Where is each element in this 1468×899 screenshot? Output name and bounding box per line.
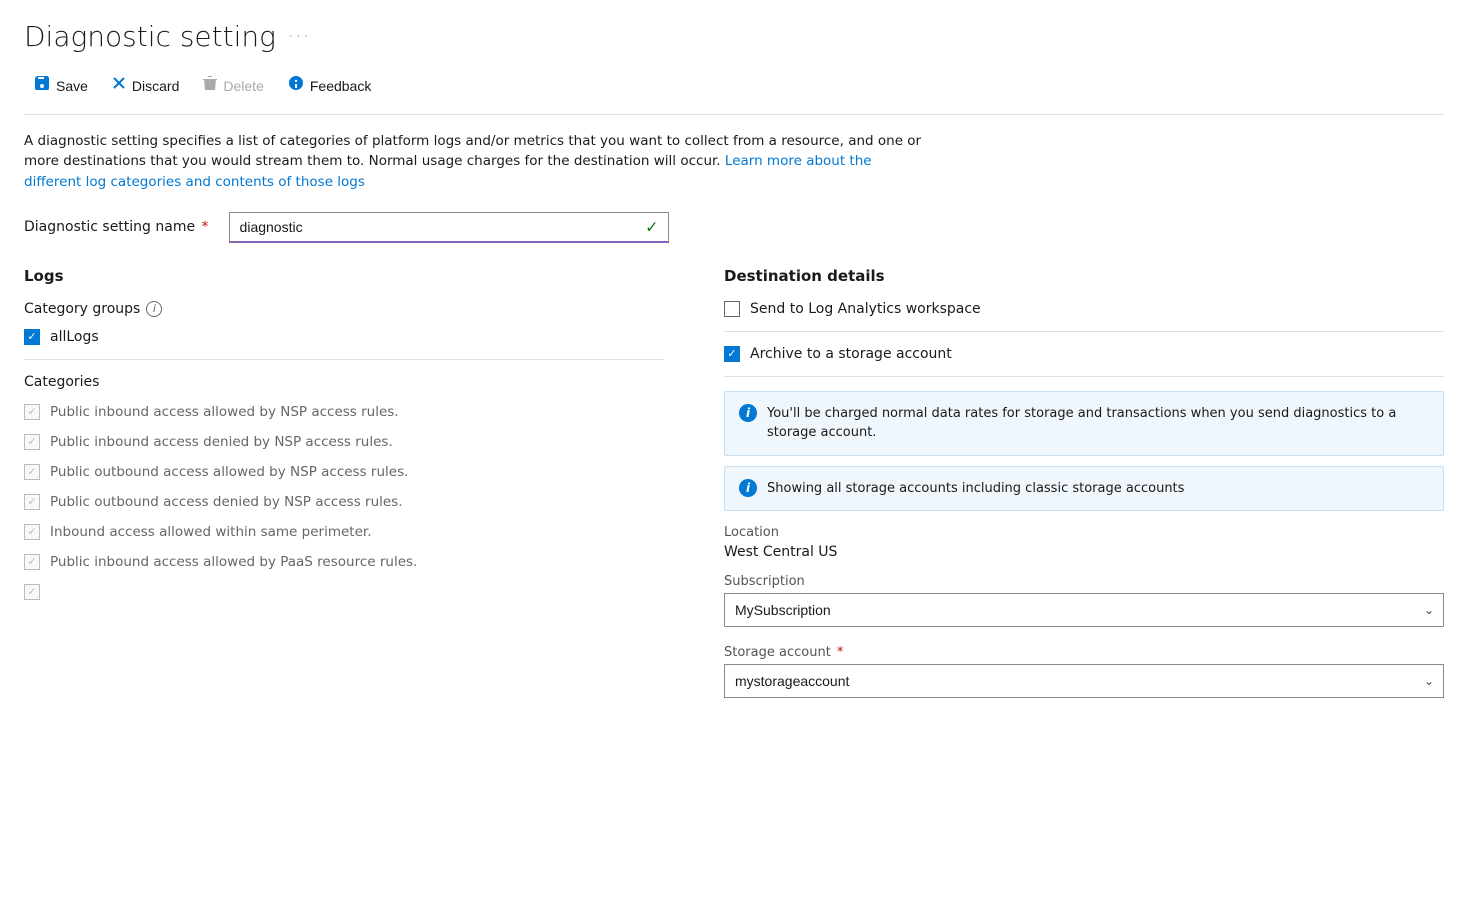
save-icon <box>34 75 50 96</box>
storage-account-field-label: Storage account * <box>724 645 1444 660</box>
category-label-5: Public inbound access allowed by PaaS re… <box>50 554 417 570</box>
subscription-select[interactable]: MySubscription <box>724 593 1444 627</box>
dest-divider-1 <box>724 331 1444 332</box>
storage-account-checkbox[interactable] <box>724 346 740 362</box>
logs-divider <box>24 359 664 360</box>
storage-account-select[interactable]: mystorageaccount <box>724 664 1444 698</box>
category-label-1: Public inbound access denied by NSP acce… <box>50 434 393 450</box>
classic-info-icon: i <box>739 479 757 497</box>
storage-info-icon: i <box>739 404 757 422</box>
save-label: Save <box>56 78 88 94</box>
delete-icon <box>203 75 217 96</box>
storage-required-star: * <box>833 645 844 660</box>
log-analytics-checkbox[interactable] <box>724 301 740 317</box>
page-title: Diagnostic setting ··· <box>24 20 1444 53</box>
delete-label: Delete <box>223 78 263 94</box>
description-text: A diagnostic setting specifies a list of… <box>24 131 924 192</box>
classic-info-box: i Showing all storage accounts including… <box>724 466 1444 512</box>
title-text: Diagnostic setting <box>24 20 276 53</box>
setting-name-label: Diagnostic setting name * <box>24 219 209 235</box>
category-checkbox-2[interactable] <box>24 464 40 480</box>
all-logs-label: allLogs <box>50 329 99 345</box>
location-value: West Central US <box>724 544 1444 560</box>
log-analytics-row: Send to Log Analytics workspace <box>724 301 1444 317</box>
storage-account-row: Archive to a storage account <box>724 346 1444 362</box>
subscription-select-wrapper: MySubscription ⌄ <box>724 593 1444 627</box>
category-item: Public inbound access allowed by PaaS re… <box>24 554 664 570</box>
category-item: Public outbound access allowed by NSP ac… <box>24 464 664 480</box>
subscription-label: Subscription <box>724 574 1444 589</box>
category-checkbox-3[interactable] <box>24 494 40 510</box>
discard-label: Discard <box>132 78 179 94</box>
save-button[interactable]: Save <box>24 69 98 102</box>
location-label: Location <box>724 525 1444 540</box>
setting-name-input-wrapper: ✓ <box>229 212 669 243</box>
category-groups-label: Category groups <box>24 301 140 317</box>
category-item: Public inbound access denied by NSP acce… <box>24 434 664 450</box>
logs-title: Logs <box>24 267 664 285</box>
destination-title: Destination details <box>724 267 1444 285</box>
storage-account-label: Archive to a storage account <box>750 346 952 362</box>
setting-name-row: Diagnostic setting name * ✓ <box>24 212 1444 243</box>
main-content: Logs Category groups i allLogs Categorie… <box>24 267 1444 717</box>
category-item: Public inbound access allowed by NSP acc… <box>24 404 664 420</box>
destination-section: Destination details Send to Log Analytic… <box>724 267 1444 717</box>
category-label-2: Public outbound access allowed by NSP ac… <box>50 464 408 480</box>
category-label-3: Public outbound access denied by NSP acc… <box>50 494 403 510</box>
required-star: * <box>197 219 208 235</box>
title-ellipsis: ··· <box>288 26 311 47</box>
categories-title: Categories <box>24 374 664 390</box>
category-checkbox-0[interactable] <box>24 404 40 420</box>
setting-name-input[interactable] <box>229 212 669 243</box>
category-item: placeholder <box>24 584 664 600</box>
all-logs-row: allLogs <box>24 329 664 345</box>
dest-divider-2 <box>724 376 1444 377</box>
category-checkbox-6[interactable] <box>24 584 40 600</box>
category-checkbox-4[interactable] <box>24 524 40 540</box>
category-label-0: Public inbound access allowed by NSP acc… <box>50 404 399 420</box>
feedback-button[interactable]: Feedback <box>278 69 381 102</box>
log-analytics-label: Send to Log Analytics workspace <box>750 301 981 317</box>
category-checkbox-1[interactable] <box>24 434 40 450</box>
storage-info-box: i You'll be charged normal data rates fo… <box>724 391 1444 456</box>
feedback-label: Feedback <box>310 78 371 94</box>
discard-icon <box>112 76 126 95</box>
category-label-4: Inbound access allowed within same perim… <box>50 524 372 540</box>
category-item: Public outbound access denied by NSP acc… <box>24 494 664 510</box>
all-logs-checkbox[interactable] <box>24 329 40 345</box>
category-item: Inbound access allowed within same perim… <box>24 524 664 540</box>
location-section: Location West Central US Subscription My… <box>724 525 1444 698</box>
storage-info-text: You'll be charged normal data rates for … <box>767 404 1429 443</box>
category-groups-info-icon[interactable]: i <box>146 301 162 317</box>
storage-account-select-wrapper: mystorageaccount ⌄ <box>724 664 1444 698</box>
delete-button[interactable]: Delete <box>193 69 273 102</box>
logs-section: Logs Category groups i allLogs Categorie… <box>24 267 664 614</box>
category-groups-header: Category groups i <box>24 301 664 317</box>
toolbar: Save Discard Delete Feedback <box>24 69 1444 115</box>
classic-info-text: Showing all storage accounts including c… <box>767 479 1184 499</box>
input-valid-icon: ✓ <box>645 218 658 237</box>
category-checkbox-5[interactable] <box>24 554 40 570</box>
discard-button[interactable]: Discard <box>102 70 189 101</box>
feedback-icon <box>288 75 304 96</box>
